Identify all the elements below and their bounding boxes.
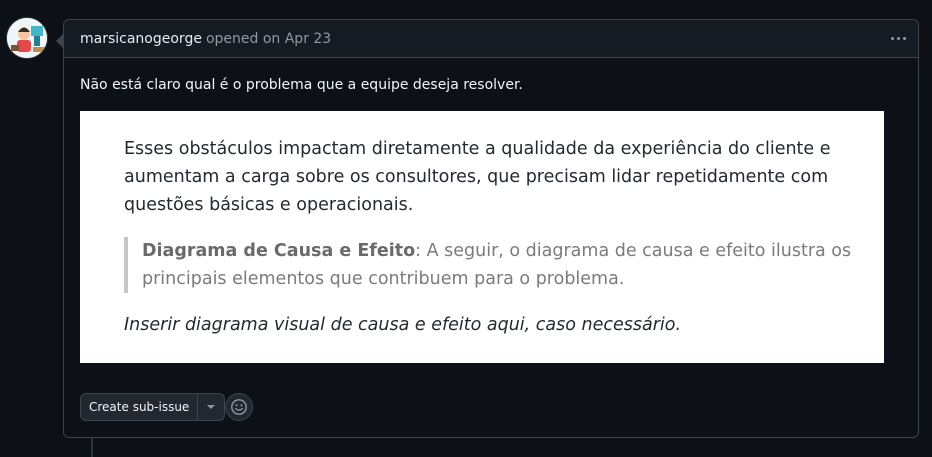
smiley-icon[interactable] (225, 393, 253, 421)
embedded-italic-note: Inserir diagrama visual de causa e efeit… (124, 315, 682, 335)
quote-title: Diagrama de Causa e Efeito (142, 241, 416, 261)
comment-header: marsicanogeorge opened on Apr 23 (64, 20, 918, 58)
create-subissue-button[interactable]: Create sub-issue (81, 394, 199, 420)
embedded-image: Esses obstáculos impactam diretamente a … (80, 111, 884, 363)
more-options-icon[interactable] (888, 29, 908, 47)
comment-body: Não está claro qual é o problema que a e… (80, 77, 523, 93)
author-link[interactable]: marsicanogeorge (80, 31, 202, 47)
avatar[interactable] (6, 17, 48, 59)
create-subissue-group: Create sub-issue (80, 393, 226, 421)
chevron-down-icon[interactable] (198, 394, 224, 420)
embedded-paragraph: Esses obstáculos impactam diretamente a … (124, 139, 831, 215)
timeline-line (91, 437, 93, 457)
opened-date[interactable]: opened on Apr 23 (206, 31, 331, 47)
embedded-quote: Diagrama de Causa e Efeito: A seguir, o … (124, 237, 864, 293)
comment-box: marsicanogeorge opened on Apr 23 Não est… (63, 19, 919, 438)
